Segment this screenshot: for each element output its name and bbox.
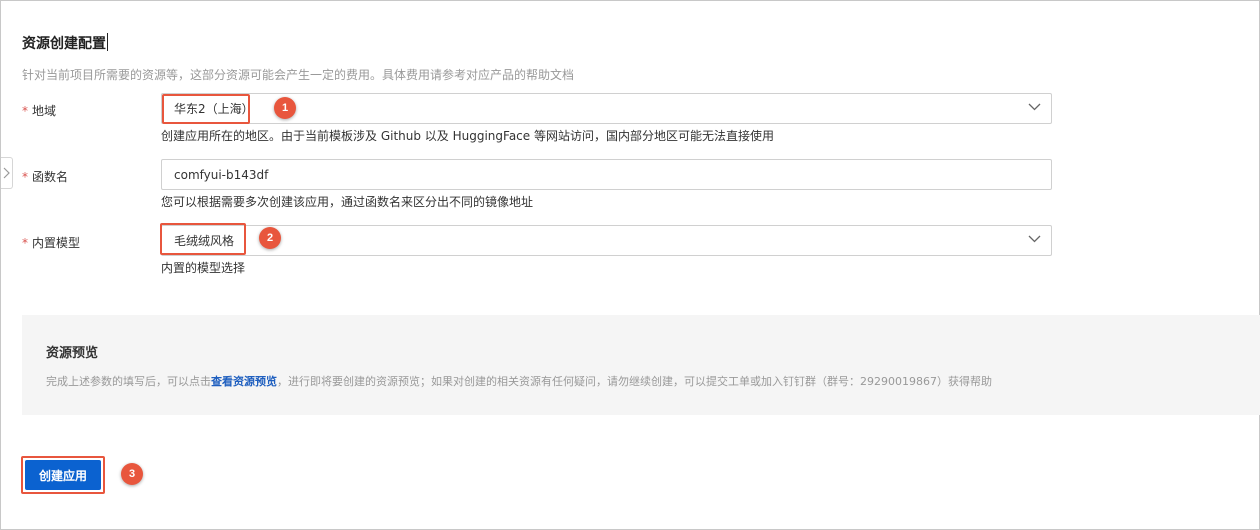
function-name-label: * 函数名 xyxy=(22,170,69,184)
step-badge-2: 2 xyxy=(259,227,281,249)
step-badge-3: 3 xyxy=(121,463,143,485)
section-title: 资源创建配置 xyxy=(22,33,108,53)
required-mark: * xyxy=(22,104,28,118)
builtin-model-label: * 内置模型 xyxy=(22,236,81,250)
sidebar-toggle[interactable] xyxy=(1,157,13,189)
view-resource-preview-link[interactable]: 查看资源预览 xyxy=(211,375,277,388)
app-frame: 资源创建配置 针对当前项目所需要的资源等，这部分资源可能会产生一定的费用。具体费… xyxy=(0,0,1260,530)
highlight-box-model xyxy=(160,223,246,255)
required-mark: * xyxy=(22,170,28,184)
resource-preview-title: 资源预览 xyxy=(46,346,99,361)
create-app-button[interactable]: 创建应用 xyxy=(25,460,101,490)
function-name-value: comfyui-b143df xyxy=(174,167,269,182)
step-badge-1: 1 xyxy=(274,97,296,119)
builtin-model-hint: 内置的模型选择 xyxy=(161,261,246,275)
text-cursor xyxy=(107,33,108,51)
highlight-box-region xyxy=(162,94,250,124)
region-label: * 地域 xyxy=(22,104,57,118)
function-name-hint: 您可以根据需要多次创建该应用，通过函数名来区分出不同的镜像地址 xyxy=(161,195,534,209)
region-hint: 创建应用所在的地区。由于当前模板涉及 Github 以及 HuggingFace… xyxy=(161,129,774,143)
chevron-right-icon xyxy=(3,167,10,179)
function-name-input[interactable]: comfyui-b143df xyxy=(161,159,1052,190)
resource-preview-text: 完成上述参数的填写后，可以点击查看资源预览，进行即将要创建的资源预览；如果对创建… xyxy=(46,375,992,388)
chevron-down-icon xyxy=(1028,103,1041,111)
builtin-model-select[interactable]: 毛绒绒风格 xyxy=(161,225,1052,256)
chevron-down-icon xyxy=(1028,235,1041,243)
section-description: 针对当前项目所需要的资源等，这部分资源可能会产生一定的费用。具体费用请参考对应产… xyxy=(22,68,575,82)
required-mark: * xyxy=(22,236,28,250)
resource-preview-panel: 资源预览 完成上述参数的填写后，可以点击查看资源预览，进行即将要创建的资源预览；… xyxy=(22,315,1260,415)
